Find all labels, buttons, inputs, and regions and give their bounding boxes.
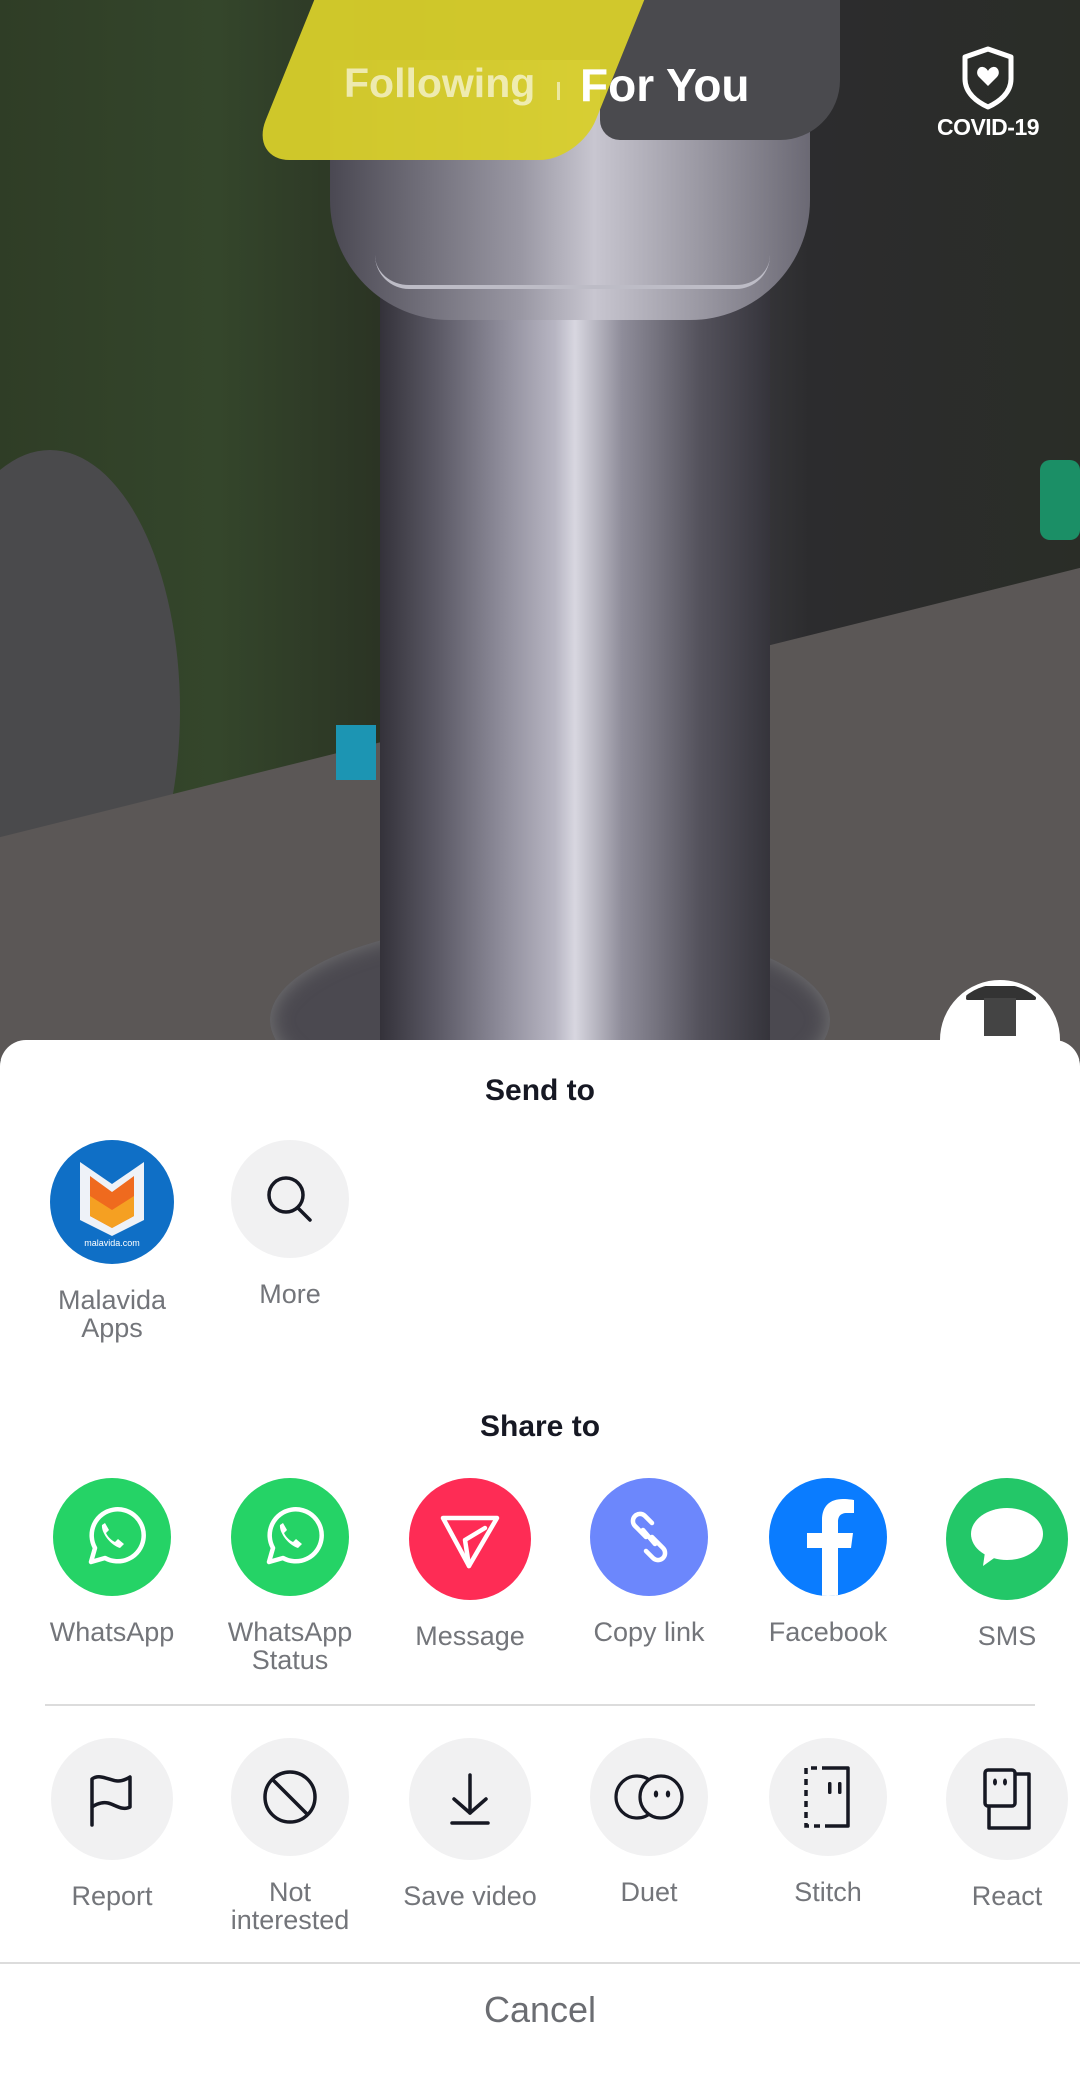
- react-icon: [946, 1738, 1068, 1860]
- action-duet[interactable]: Duet: [559, 1738, 739, 1906]
- covid-19-button[interactable]: COVID-19: [930, 46, 1046, 141]
- flag-icon: [51, 1738, 173, 1860]
- covid-19-label: COVID-19: [936, 114, 1040, 140]
- action-stitch[interactable]: Stitch: [738, 1738, 918, 1906]
- video-frame-shape: [336, 725, 376, 780]
- item-label: Stitch: [794, 1877, 862, 1907]
- share-to-title: Share to: [479, 1410, 601, 1443]
- item-label: SMS: [977, 1621, 1037, 1651]
- section-divider: [45, 1704, 1035, 1706]
- item-label: Malavida Apps: [57, 1285, 167, 1343]
- tab-separator: [557, 82, 560, 100]
- item-label: WhatsApp Status: [227, 1617, 353, 1675]
- avatar-graphic: [984, 998, 1016, 1036]
- send-to-title: Send to: [485, 1074, 595, 1107]
- duet-icon: [590, 1738, 708, 1856]
- action-react[interactable]: React: [917, 1738, 1080, 1910]
- video-player[interactable]: [0, 0, 1080, 1060]
- item-label: WhatsApp: [49, 1617, 175, 1647]
- share-sheet: Send to malavida.com Malavida Apps More: [0, 1040, 1080, 2084]
- share-whatsapp-status[interactable]: WhatsApp Status: [200, 1478, 380, 1674]
- whatsapp-status-icon: [231, 1478, 349, 1596]
- sms-icon: [946, 1478, 1068, 1600]
- share-facebook[interactable]: Facebook: [738, 1478, 918, 1646]
- video-frame-shape: [1040, 460, 1080, 540]
- send-message-icon: [409, 1478, 531, 1600]
- block-icon: [231, 1738, 349, 1856]
- svg-text:malavida.com: malavida.com: [84, 1238, 140, 1248]
- action-report[interactable]: Report: [22, 1738, 202, 1910]
- send-to-malavida-apps[interactable]: malavida.com Malavida Apps: [22, 1140, 202, 1342]
- share-message[interactable]: Message: [380, 1478, 560, 1650]
- share-sms[interactable]: SMS: [917, 1478, 1080, 1650]
- stitch-icon: [769, 1738, 887, 1856]
- search-icon: [231, 1140, 349, 1258]
- whatsapp-icon: [53, 1478, 171, 1596]
- facebook-icon: [769, 1478, 887, 1596]
- item-label: Duet: [620, 1877, 678, 1907]
- item-label: More: [259, 1279, 321, 1309]
- item-label: Not interested: [230, 1877, 350, 1935]
- item-label: React: [971, 1881, 1043, 1911]
- share-copy-link[interactable]: Copy link: [559, 1478, 739, 1646]
- tab-following[interactable]: Following: [344, 60, 535, 107]
- shield-heart-icon: [962, 46, 1014, 110]
- item-label: Report: [71, 1881, 153, 1911]
- item-label: Message: [415, 1621, 525, 1651]
- video-frame-shape: [375, 255, 770, 289]
- tab-for-you[interactable]: For You: [580, 58, 750, 112]
- cancel-button[interactable]: Cancel: [0, 1955, 1080, 2065]
- action-not-interested[interactable]: Not interested: [200, 1738, 380, 1934]
- item-label: Facebook: [768, 1617, 888, 1647]
- malavida-app-icon: malavida.com: [50, 1140, 174, 1264]
- action-save-video[interactable]: Save video: [380, 1738, 560, 1910]
- top-feed-tabs: Following For You: [0, 58, 1080, 120]
- link-icon: [590, 1478, 708, 1596]
- download-icon: [409, 1738, 531, 1860]
- item-label: Copy link: [593, 1617, 705, 1647]
- item-label: Save video: [403, 1881, 537, 1911]
- send-to-more[interactable]: More: [200, 1140, 380, 1308]
- share-whatsapp[interactable]: WhatsApp: [22, 1478, 202, 1646]
